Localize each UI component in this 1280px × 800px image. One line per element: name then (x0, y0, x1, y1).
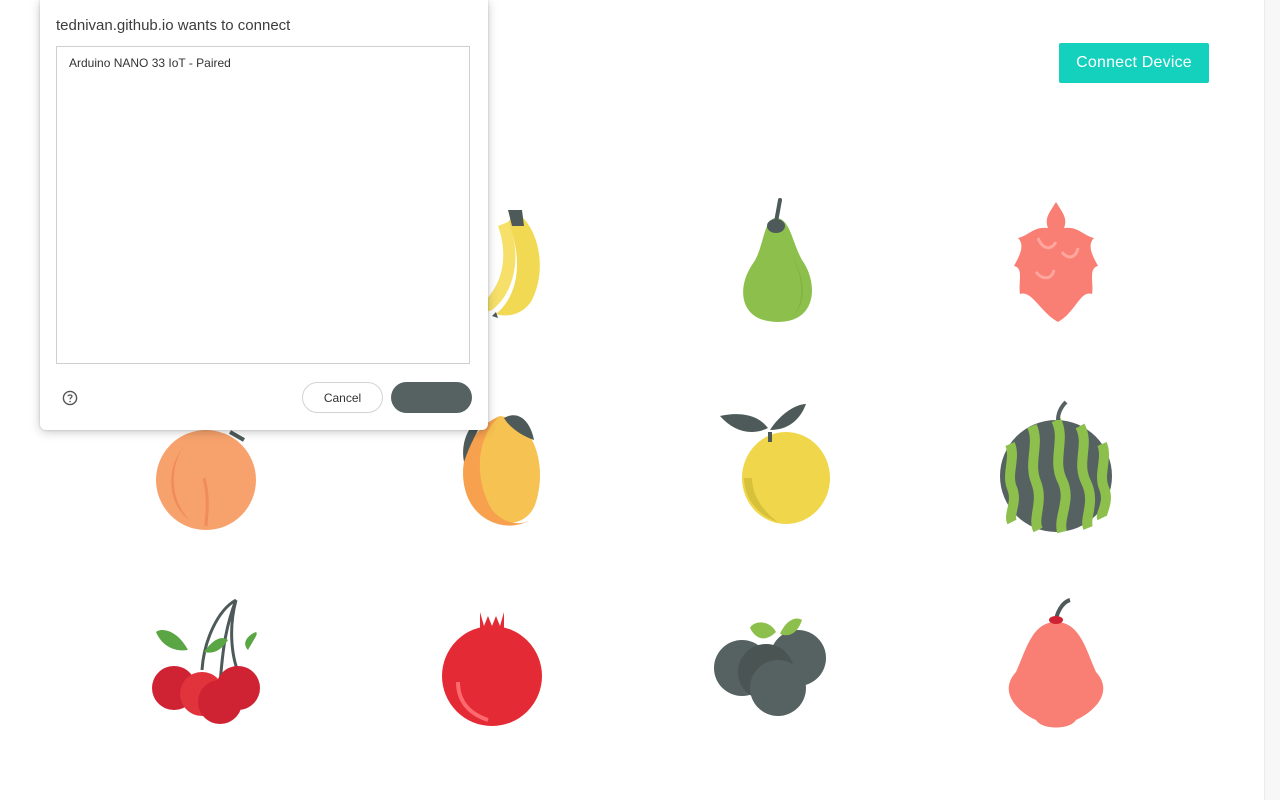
device-list-item[interactable]: Arduino NANO 33 IoT - Paired (69, 56, 231, 70)
fruit-lemon[interactable] (704, 392, 864, 552)
fruit-pomegranate[interactable] (412, 590, 572, 750)
connect-device-button[interactable]: Connect Device (1059, 43, 1209, 83)
fruit-rose-apple[interactable] (976, 590, 1136, 750)
fruit-watermelon[interactable] (976, 392, 1136, 552)
cancel-button[interactable]: Cancel (302, 382, 383, 413)
fruit-blueberries[interactable] (694, 590, 854, 750)
help-circle-icon[interactable] (62, 390, 78, 406)
fruit-cherries[interactable] (128, 590, 288, 750)
dialog-title: tednivan.github.io wants to connect (56, 17, 291, 34)
fruit-dragon-fruit[interactable] (976, 182, 1136, 342)
fruit-pear[interactable] (694, 182, 854, 342)
device-list[interactable]: Arduino NANO 33 IoT - Paired (56, 46, 470, 364)
page-scroll-gutter (1264, 0, 1280, 800)
pair-button[interactable] (391, 382, 472, 413)
device-chooser-dialog: tednivan.github.io wants to connect Ardu… (40, 0, 488, 430)
